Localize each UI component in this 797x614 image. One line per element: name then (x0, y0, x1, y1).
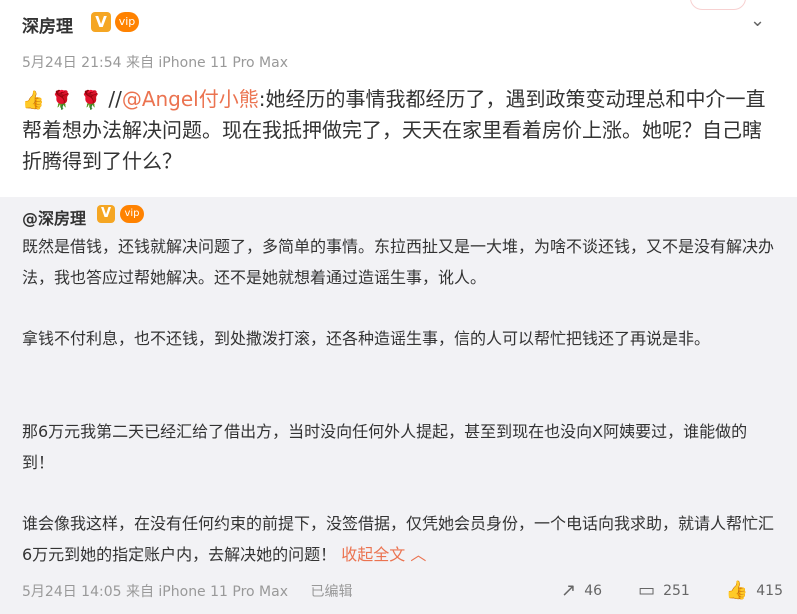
repost-paragraph-3: 那6万元我第二天已经汇给了借出方，当时没向任何外人提起，甚至到现在也没向X阿姨要… (22, 422, 748, 472)
engagement-stats: ↗ 46 ▭ 251 👍 415 (561, 580, 783, 601)
repost-author[interactable]: @深房理 (22, 205, 86, 229)
repost-count: 46 (584, 582, 603, 599)
repost-paragraph-4: 谁会像我这样，在没有任何约束的前提下，没签借据，仅凭她会员身份，一个电话向我求助… (22, 508, 777, 570)
stamp-decoration (690, 0, 746, 10)
like-count: 415 (756, 582, 783, 599)
vip-badge: vip (120, 205, 144, 223)
repost-prefix: // (108, 87, 122, 111)
rose-icon: 🌹 (50, 89, 74, 111)
original-post: 深房理 V vip ⌄ 5月24日 21:54 来自 iPhone 11 Pro… (0, 0, 797, 197)
post-author[interactable]: 深房理 (22, 12, 73, 37)
verified-badge: V (97, 205, 115, 223)
thumbs-up-icon: 👍 (22, 89, 45, 111)
mention-link[interactable]: @Angel付小熊 (122, 87, 259, 111)
repost-footer: 5月24日 14:05 来自 iPhone 11 Pro Max 已编辑 (22, 581, 352, 601)
comment-count: 251 (663, 582, 690, 599)
edited-label: 已编辑 (310, 584, 353, 600)
reposted-content: @深房理 V vip 既然是借钱，还钱就解决问题了，多简单的事情。东拉西扯又是一… (0, 197, 797, 614)
post-text: 👍 🌹 🌹 //@Angel付小熊:她经历的事情我都经历了，遇到政策变动理总和中… (22, 84, 777, 177)
verified-badge: V (91, 12, 111, 32)
rose-icon: 🌹 (79, 89, 102, 111)
like-icon: 👍 (725, 580, 749, 601)
vip-badge: vip (115, 12, 139, 32)
collapse-link[interactable]: 收起全文 ︿ (341, 545, 426, 564)
repost-paragraph-2: 拿钱不付利息，也不还钱，到处撒泼打滚，还各种造谣生事，信的人可以帮忙把钱还了再说… (22, 329, 711, 348)
repost-icon: ↗ (561, 580, 577, 601)
repost-paragraph-1: 既然是借钱，还钱就解决问题了，多简单的事情。东拉西扯又是一大堆，为啥不谈还钱，又… (22, 237, 775, 287)
comment-stat[interactable]: ▭ 251 (638, 580, 690, 601)
like-stat[interactable]: 👍 415 (726, 580, 783, 601)
post-meta: 5月24日 21:54 来自 iPhone 11 Pro Max (22, 55, 288, 71)
repost-meta: 5月24日 14:05 来自 iPhone 11 Pro Max (22, 584, 288, 600)
repost-stat[interactable]: ↗ 46 (561, 580, 602, 601)
comment-icon: ▭ (638, 580, 656, 601)
chevron-down-icon[interactable]: ⌄ (750, 10, 765, 31)
